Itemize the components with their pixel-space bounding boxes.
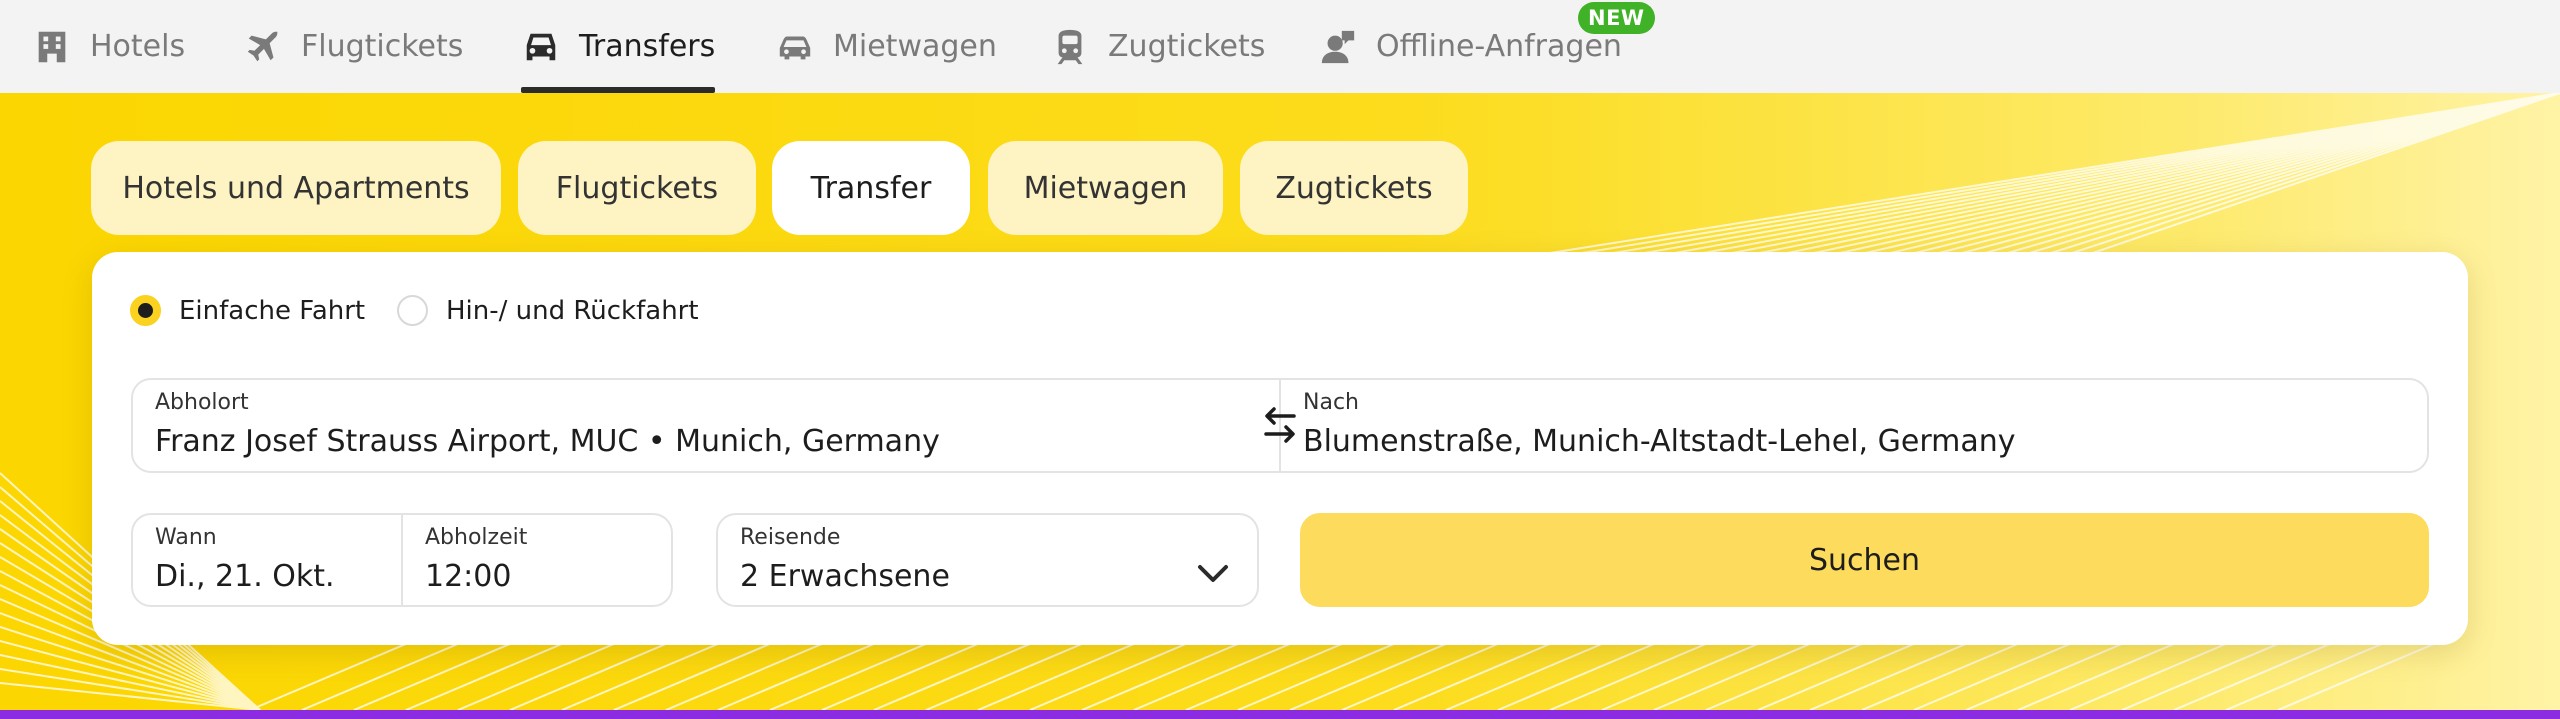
one-way-label: Einfache Fahrt xyxy=(179,295,366,326)
tab-transfer[interactable]: Transfer xyxy=(772,141,970,235)
nav-item-label: Flugtickets xyxy=(301,29,464,64)
nav-item-label: Offline-Anfragen xyxy=(1376,29,1622,64)
date-label: Wann xyxy=(155,525,217,550)
round-trip-label: Hin-/ und Rückfahrt xyxy=(446,295,699,326)
one-way-radio[interactable]: Einfache Fahrt xyxy=(130,295,365,326)
search-button[interactable]: Suchen xyxy=(1300,513,2429,607)
nav-item-hotels[interactable]: Hotels xyxy=(32,0,185,93)
train-icon xyxy=(1050,27,1090,67)
nav-item-car-rental[interactable]: Mietwagen xyxy=(775,0,997,93)
radio-checked-icon xyxy=(130,295,161,326)
pickup-location-field[interactable]: Abholort Franz Josef Strauss Airport, MU… xyxy=(131,378,1281,473)
nav-item-label: Transfers xyxy=(579,29,716,64)
destination-label: Nach xyxy=(1303,390,1359,415)
date-field[interactable]: Wann Di., 21. Okt. xyxy=(131,513,403,607)
nav-item-flights[interactable]: Flugtickets xyxy=(243,0,463,93)
tab-trains[interactable]: Zugtickets xyxy=(1240,141,1468,235)
hotel-icon xyxy=(32,27,72,67)
tab-flights[interactable]: Flugtickets xyxy=(518,141,756,235)
radio-unchecked-icon xyxy=(397,295,428,326)
nav-item-label: Zugtickets xyxy=(1108,29,1266,64)
date-value: Di., 21. Okt. xyxy=(155,559,335,594)
round-trip-radio[interactable]: Hin-/ und Rückfahrt xyxy=(397,295,699,326)
chevron-down-icon[interactable] xyxy=(1197,563,1229,585)
pickup-value: Franz Josef Strauss Airport, MUC • Munic… xyxy=(155,424,940,459)
person-chat-icon xyxy=(1318,27,1358,67)
airplane-icon xyxy=(243,27,283,67)
travelers-label: Reisende xyxy=(740,525,841,550)
tab-car-rental[interactable]: Mietwagen xyxy=(988,141,1223,235)
pickup-label: Abholort xyxy=(155,390,249,415)
bottom-accent-line xyxy=(0,710,2560,719)
pickup-time-value: 12:00 xyxy=(425,559,512,594)
new-badge: NEW xyxy=(1578,2,1655,34)
nav-item-label: Hotels xyxy=(90,29,186,64)
travelers-value: 2 Erwachsene xyxy=(740,559,950,594)
swap-locations-icon[interactable] xyxy=(1260,405,1300,445)
destination-value: Blumenstraße, Munich-Altstadt-Lehel, Ger… xyxy=(1303,424,2016,459)
pickup-time-label: Abholzeit xyxy=(425,525,528,550)
nav-item-offline-requests[interactable]: Offline-Anfragen xyxy=(1318,0,1622,93)
car-front-icon xyxy=(521,27,561,67)
rental-car-icon xyxy=(775,27,815,67)
nav-item-label: Mietwagen xyxy=(833,29,997,64)
nav-item-trains[interactable]: Zugtickets xyxy=(1050,0,1265,93)
destination-field[interactable]: Nach Blumenstraße, Munich-Altstadt-Lehel… xyxy=(1279,378,2429,473)
pickup-time-field[interactable]: Abholzeit 12:00 xyxy=(401,513,673,607)
nav-item-transfers[interactable]: Transfers xyxy=(521,0,716,93)
tab-hotels-apartments[interactable]: Hotels und Apartments xyxy=(91,141,501,235)
travelers-select[interactable]: Reisende 2 Erwachsene xyxy=(716,513,1259,607)
top-navigation: Hotels Flugtickets Transfers Mietwagen Z… xyxy=(0,0,2560,93)
